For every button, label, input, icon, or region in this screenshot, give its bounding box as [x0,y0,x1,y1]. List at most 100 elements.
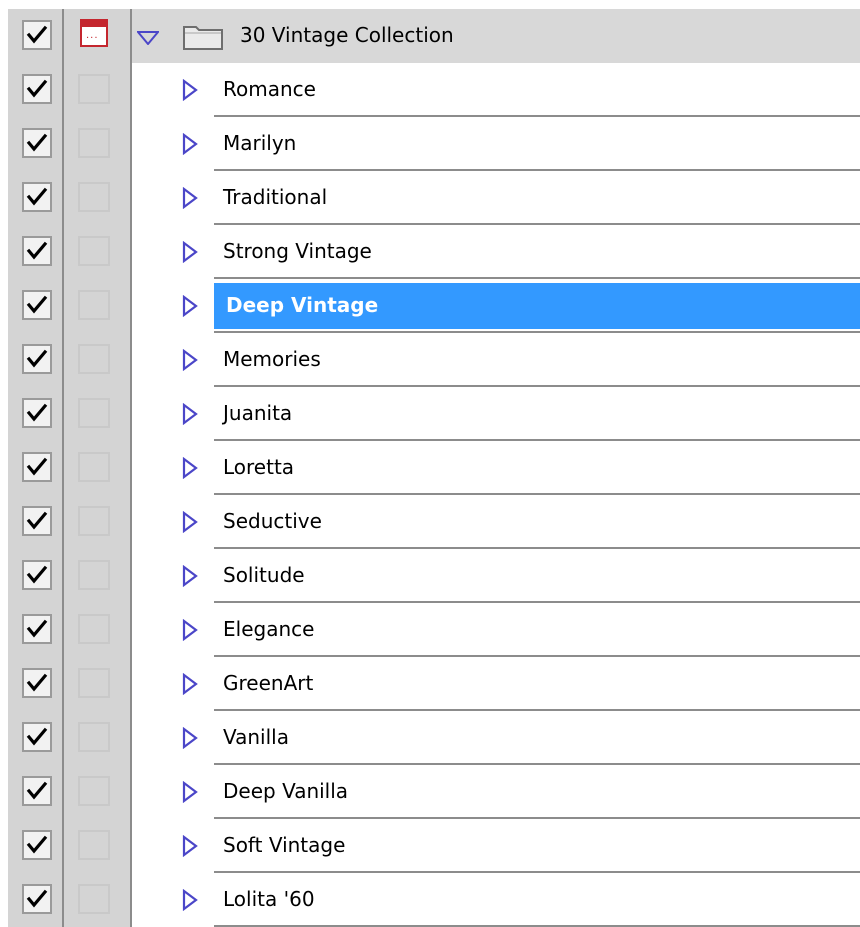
action-row-solitude[interactable]: Solitude [0,549,860,603]
action-row-elegance[interactable]: Elegance [0,603,860,657]
checkmark-icon [26,25,48,44]
toggle-item-checkbox[interactable] [22,20,52,50]
toggle-dialog-checkbox[interactable] [78,506,110,536]
toggle-dialog-checkbox[interactable] [78,884,110,914]
triangle-right-icon[interactable] [182,781,198,803]
checkmark-icon [26,403,48,422]
toggle-dialog-checkbox[interactable] [78,398,110,428]
toggle-dialog-checkbox[interactable] [78,344,110,374]
triangle-right-icon[interactable] [182,511,198,533]
triangle-right-icon[interactable] [182,565,198,587]
toggle-dialog-checkbox[interactable] [78,236,110,266]
action-set-name: 30 Vintage Collection [240,23,454,47]
triangle-right-icon[interactable] [182,727,198,749]
action-name: Traditional [223,185,328,209]
toggle-item-checkbox[interactable] [22,668,52,698]
toggle-dialog-checkbox[interactable] [78,128,110,158]
toggle-item-column [8,9,64,63]
action-name: Romance [223,77,316,101]
modal-dialog-icon[interactable]: ... [80,19,108,47]
triangle-right-icon[interactable] [182,79,198,101]
toggle-item-column [8,495,64,549]
toggle-item-checkbox[interactable] [22,128,52,158]
triangle-right-icon[interactable] [182,349,198,371]
toggle-dialog-column [64,765,132,819]
toggle-item-checkbox[interactable] [22,74,52,104]
toggle-item-column [8,657,64,711]
action-row-deep-vanilla[interactable]: Deep Vanilla [0,765,860,819]
action-row-seductive[interactable]: Seductive [0,495,860,549]
triangle-right-icon[interactable] [182,133,198,155]
toggle-dialog-checkbox[interactable] [78,452,110,482]
action-row-memories[interactable]: Memories [0,333,860,387]
action-row-vanilla[interactable]: Vanilla [0,711,860,765]
triangle-right-icon[interactable] [182,889,198,911]
action-row-lolita-60[interactable]: Lolita '60 [0,873,860,927]
toggle-dialog-checkbox[interactable] [78,290,110,320]
toggle-dialog-column: ... [64,9,132,63]
checkmark-icon [26,457,48,476]
row-left-edge [0,765,8,819]
action-row-loretta[interactable]: Loretta [0,441,860,495]
toggle-item-column [8,225,64,279]
toggle-dialog-checkbox[interactable] [78,722,110,752]
toggle-item-checkbox[interactable] [22,560,52,590]
action-row-marilyn[interactable]: Marilyn [0,117,860,171]
action-row-juanita[interactable]: Juanita [0,387,860,441]
action-set-row[interactable]: ... 30 Vintage Collection [0,9,860,63]
toggle-dialog-checkbox[interactable] [78,668,110,698]
dialog-dots: ... [86,30,99,41]
toggle-item-column [8,333,64,387]
triangle-right-icon[interactable] [182,673,198,695]
toggle-item-checkbox[interactable] [22,182,52,212]
toggle-item-checkbox[interactable] [22,884,52,914]
row-left-edge [0,117,8,171]
toggle-item-checkbox[interactable] [22,290,52,320]
action-name: Juanita [223,401,293,425]
toggle-dialog-checkbox[interactable] [78,74,110,104]
action-row-content: GreenArt [132,657,860,711]
action-name: Seductive [223,509,322,533]
toggle-item-checkbox[interactable] [22,614,52,644]
action-row-romance[interactable]: Romance [0,63,860,117]
triangle-right-icon[interactable] [182,403,198,425]
action-row-soft-vintage[interactable]: Soft Vintage [0,819,860,873]
toggle-item-column [8,549,64,603]
triangle-down-icon[interactable] [137,31,159,45]
action-name: Elegance [223,617,315,641]
triangle-right-icon[interactable] [182,187,198,209]
row-left-edge [0,549,8,603]
toggle-dialog-column [64,603,132,657]
action-row-content: Lolita '60 [132,873,860,927]
toggle-dialog-checkbox[interactable] [78,560,110,590]
action-row-content: Elegance [132,603,860,657]
toggle-item-checkbox[interactable] [22,398,52,428]
toggle-dialog-checkbox[interactable] [78,614,110,644]
action-row-content: Juanita [132,387,860,441]
toggle-dialog-column [64,711,132,765]
triangle-right-icon[interactable] [182,241,198,263]
triangle-right-icon[interactable] [182,619,198,641]
action-row-greenart[interactable]: GreenArt [0,657,860,711]
toggle-item-checkbox[interactable] [22,452,52,482]
action-row-strong-vintage[interactable]: Strong Vintage [0,225,860,279]
action-row-content: Strong Vintage [132,225,860,279]
checkmark-icon [26,79,48,98]
toggle-item-checkbox[interactable] [22,776,52,806]
action-row-deep-vintage[interactable]: Deep Vintage [0,279,860,333]
toggle-dialog-checkbox[interactable] [78,830,110,860]
toggle-dialog-checkbox[interactable] [78,776,110,806]
row-left-edge [0,711,8,765]
triangle-right-icon[interactable] [182,835,198,857]
toggle-item-checkbox[interactable] [22,506,52,536]
action-row-traditional[interactable]: Traditional [0,171,860,225]
checkmark-icon [26,511,48,530]
toggle-dialog-checkbox[interactable] [78,182,110,212]
toggle-item-checkbox[interactable] [22,236,52,266]
toggle-item-checkbox[interactable] [22,830,52,860]
triangle-right-icon[interactable] [182,457,198,479]
toggle-item-checkbox[interactable] [22,344,52,374]
toggle-item-checkbox[interactable] [22,722,52,752]
toggle-dialog-column [64,657,132,711]
triangle-right-icon[interactable] [182,295,198,317]
